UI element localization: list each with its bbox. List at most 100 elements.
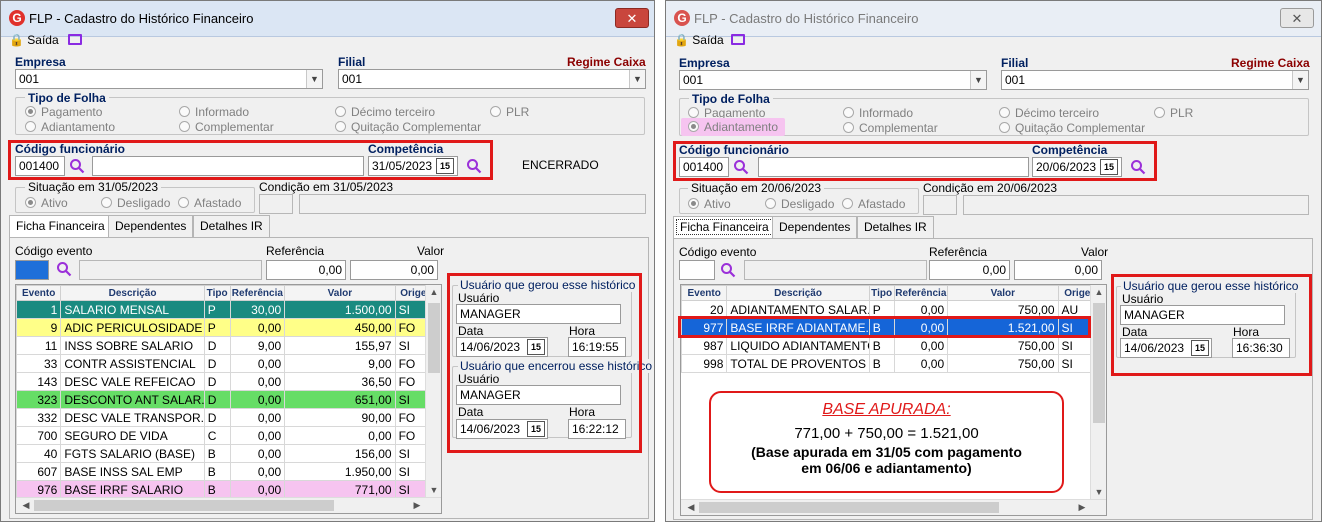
cell-descricao: TOTAL DE PROVENTOS	[726, 354, 870, 373]
close-button[interactable]: ✕	[1280, 8, 1314, 28]
radio-informado[interactable]: Informado	[843, 106, 913, 120]
table-row[interactable]: 11 INSS SOBRE SALARIO D 9,00 155,97 SI	[16, 336, 441, 355]
table-row[interactable]: 998 TOTAL DE PROVENTOS B 0,00 750,00 SI	[681, 354, 1106, 373]
cell-evento: 323	[16, 390, 62, 409]
column-header-valor[interactable]: Valor	[947, 285, 1059, 301]
referencia-label: Referência	[929, 245, 988, 259]
table-row[interactable]: 33 CONTR ASSISTENCIAL D 0,00 9,00 FO	[16, 354, 441, 373]
cell-referencia: 0,00	[229, 390, 286, 409]
cell-evento: 9	[16, 318, 62, 337]
tab-dependentes[interactable]: Dependentes	[772, 216, 858, 238]
highlight-selected-row	[678, 316, 1091, 338]
referencia-input[interactable]: 0,00	[929, 260, 1010, 280]
tab-ficha-financeira[interactable]: Ficha Financeira	[9, 215, 112, 237]
table-row[interactable]: 976 BASE IRRF SALARIO B 0,00 771,00 SI	[16, 480, 441, 499]
radio-complementar[interactable]: Complementar	[843, 121, 938, 135]
codigo-evento-input[interactable]	[679, 260, 715, 280]
column-header-evento[interactable]: Evento	[16, 285, 62, 301]
radio-quitacao-complementar[interactable]: Quitação Complementar	[335, 120, 481, 134]
radio-desligado[interactable]: Desligado	[765, 197, 834, 211]
radio-pagamento[interactable]: Pagamento	[25, 105, 102, 119]
condicao-label: Condição em 31/05/2023	[259, 180, 394, 194]
exit-button[interactable]: 🔒 Saída	[9, 33, 59, 47]
referencia-input[interactable]: 0,00	[266, 260, 346, 280]
radio-ativo[interactable]: Ativo	[688, 197, 731, 211]
column-header-referencia[interactable]: Referência	[229, 285, 286, 301]
scroll-thumb[interactable]	[1093, 303, 1105, 423]
empresa-select[interactable]: 001 ▼	[679, 70, 987, 90]
cell-tipo: D	[203, 408, 231, 427]
radio-plr[interactable]: PLR	[490, 105, 529, 119]
filial-select[interactable]: 001 ▼	[338, 69, 646, 89]
tab-detalhes-ir[interactable]: Detalhes IR	[857, 216, 934, 238]
vertical-scrollbar[interactable]: ▲ ▼	[1090, 285, 1106, 499]
cell-tipo: B	[868, 336, 895, 355]
monitor-icon[interactable]	[731, 34, 745, 45]
radio-afastado[interactable]: Afastado	[178, 196, 241, 210]
search-icon[interactable]	[720, 262, 736, 278]
horizontal-scrollbar[interactable]: ◀ ▶	[681, 499, 1106, 515]
empresa-select[interactable]: 001 ▼	[15, 69, 323, 89]
tab-ficha-financeira[interactable]: Ficha Financeira	[673, 216, 776, 238]
column-header-tipo[interactable]: Tipo	[203, 285, 231, 301]
scroll-right-icon[interactable]: ▶	[409, 500, 425, 511]
table-row[interactable]: 9 ADIC PERICULOSIDADE P 0,00 450,00 FO	[16, 318, 441, 337]
valor-input[interactable]: 0,00	[1014, 260, 1102, 280]
scroll-up-icon[interactable]: ▲	[1091, 287, 1106, 297]
cell-tipo: C	[203, 426, 231, 445]
column-header-valor[interactable]: Valor	[284, 285, 396, 301]
scroll-down-icon[interactable]: ▼	[426, 485, 441, 495]
radio-decimo-terceiro[interactable]: Décimo terceiro	[999, 106, 1099, 120]
radio-afastado[interactable]: Afastado	[842, 197, 905, 211]
radio-ativo[interactable]: Ativo	[25, 196, 68, 210]
scroll-thumb-h[interactable]	[699, 502, 999, 513]
codigo-evento-label: Código evento	[15, 244, 93, 258]
table-row[interactable]: 607 BASE INSS SAL EMP B 0,00 1.950,00 SI	[16, 462, 441, 481]
scroll-left-icon[interactable]: ◀	[683, 502, 699, 513]
scroll-thumb[interactable]	[428, 303, 440, 373]
highlight-funcionario	[673, 141, 1157, 181]
cell-descricao: DESC VALE TRANSPOR...	[60, 408, 205, 427]
filial-select[interactable]: 001 ▼	[1001, 70, 1309, 90]
lock-icon: 🔒	[9, 33, 24, 47]
table-row[interactable]: 1 SALARIO MENSAL P 30,00 1.500,00 SI	[16, 300, 441, 319]
column-header-tipo[interactable]: Tipo	[868, 285, 895, 301]
cell-evento: 607	[16, 462, 62, 481]
radio-adiantamento[interactable]: Adiantamento	[681, 118, 786, 136]
scroll-left-icon[interactable]: ◀	[18, 500, 34, 511]
radio-plr[interactable]: PLR	[1154, 106, 1193, 120]
monitor-icon[interactable]	[68, 34, 82, 45]
column-header-evento[interactable]: Evento	[681, 285, 728, 301]
horizontal-scrollbar[interactable]: ◀ ▶	[16, 497, 441, 513]
vertical-scrollbar[interactable]: ▲ ▼	[425, 285, 441, 497]
exit-button[interactable]: 🔒 Saída	[674, 33, 724, 47]
codigo-evento-input[interactable]	[15, 260, 49, 280]
tab-dependentes[interactable]: Dependentes	[108, 215, 194, 237]
scroll-thumb-h[interactable]	[34, 500, 334, 511]
highlight-usuarios	[1111, 274, 1312, 376]
table-row[interactable]: 987 LIQUIDO ADIANTAMENTO B 0,00 750,00 SI	[681, 336, 1106, 355]
valor-input[interactable]: 0,00	[350, 260, 438, 280]
radio-desligado[interactable]: Desligado	[101, 196, 170, 210]
table-row[interactable]: 143 DESC VALE REFEICAO D 0,00 36,50 FO	[16, 372, 441, 391]
events-grid[interactable]: Evento Descrição Tipo Referência Valor Origem…	[15, 284, 442, 514]
table-row[interactable]: 332 DESC VALE TRANSPOR... D 0,00 90,00 FO	[16, 408, 441, 427]
situacao-label: Situação em 20/06/2023	[688, 181, 825, 195]
radio-decimo-terceiro[interactable]: Décimo terceiro	[335, 105, 435, 119]
close-button[interactable]: ✕	[615, 8, 649, 28]
table-row[interactable]: 40 FGTS SALARIO (BASE) B 0,00 156,00 SI	[16, 444, 441, 463]
scroll-up-icon[interactable]: ▲	[426, 287, 441, 297]
radio-complementar[interactable]: Complementar	[179, 120, 274, 134]
tab-detalhes-ir[interactable]: Detalhes IR	[193, 215, 270, 237]
search-icon[interactable]	[56, 261, 72, 277]
table-row[interactable]: 323 DESCONTO ANT SALAR... D 0,00 651,00 SI	[16, 390, 441, 409]
column-header-referencia[interactable]: Referência	[893, 285, 949, 301]
column-header-descricao[interactable]: Descrição	[60, 285, 205, 301]
radio-informado[interactable]: Informado	[179, 105, 249, 119]
radio-adiantamento[interactable]: Adiantamento	[25, 120, 115, 134]
column-header-descricao[interactable]: Descrição	[726, 285, 870, 301]
scroll-down-icon[interactable]: ▼	[1091, 487, 1106, 497]
radio-quitacao-complementar[interactable]: Quitação Complementar	[999, 121, 1145, 135]
table-row[interactable]: 700 SEGURO DE VIDA C 0,00 0,00 FO	[16, 426, 441, 445]
scroll-right-icon[interactable]: ▶	[1074, 502, 1090, 513]
